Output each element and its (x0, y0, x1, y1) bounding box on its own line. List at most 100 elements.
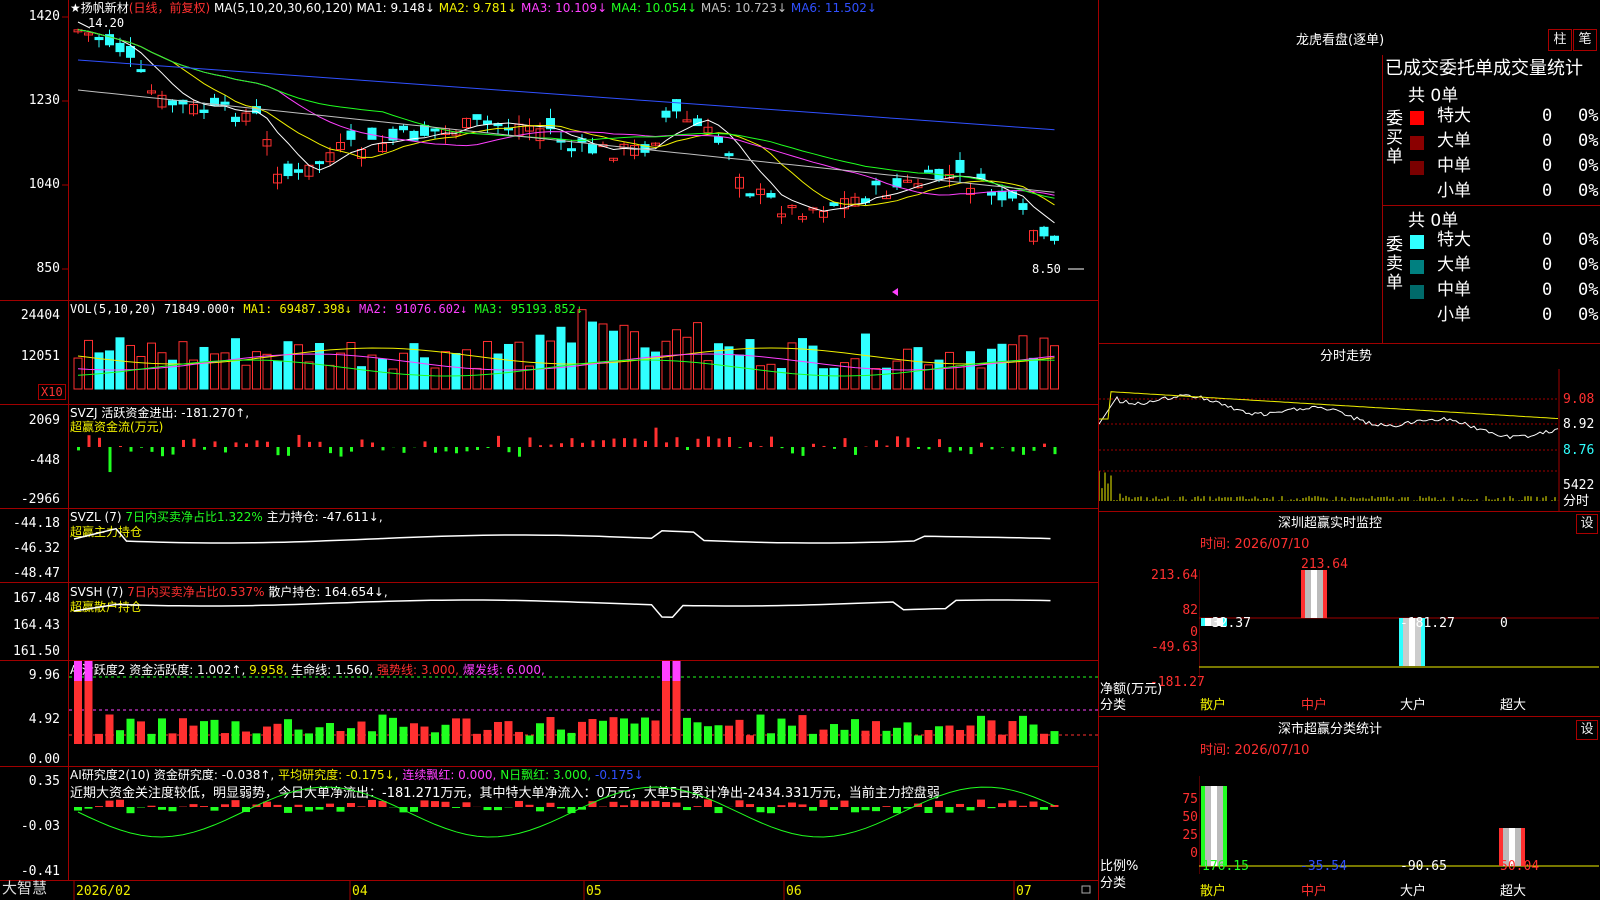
activity-bar (179, 718, 187, 744)
volume-bar (672, 329, 681, 390)
activity-bar (1029, 724, 1038, 744)
flow-bar (1053, 447, 1057, 455)
research-bar (462, 802, 471, 807)
research-bar (662, 802, 670, 807)
sz-class-cat: 中户 (1301, 884, 1328, 899)
research-bar (966, 807, 975, 811)
activity-bar (263, 726, 271, 744)
activity-bar (116, 730, 124, 744)
activity-bar (557, 729, 565, 744)
volume-bar (913, 347, 923, 390)
sz-monitor-value: 0 (1500, 616, 1508, 631)
research-bar (609, 801, 618, 807)
flow-bar (476, 447, 479, 451)
activity-bar (347, 728, 355, 744)
volume-bar (882, 367, 891, 390)
flow-bar (822, 445, 826, 447)
activity-bar (420, 726, 429, 744)
activity-peak (662, 661, 670, 681)
candlestick-chart[interactable] (0, 0, 1098, 300)
research-bar (326, 803, 334, 807)
bar-mode-button[interactable]: 柱 (1548, 29, 1572, 51)
intraday-vol-unit: 分时 (1563, 494, 1590, 509)
research-bar (882, 806, 891, 807)
lock-icon[interactable] (1081, 885, 1091, 894)
retail-chart[interactable] (0, 583, 1098, 660)
research-bar (704, 799, 712, 807)
volume-ma-line (77, 359, 1055, 377)
activity-bar (567, 732, 576, 744)
sz-class-cat: 超大 (1500, 884, 1527, 899)
activity-bar (777, 718, 786, 744)
buy-row-p: 0% (1578, 106, 1599, 126)
main-force-chart[interactable] (0, 509, 1098, 582)
sell-row-n: 0 (1542, 305, 1553, 325)
volume-bar (136, 355, 146, 390)
activity-bar (147, 733, 156, 744)
sz-class-value: -35.54 (1300, 859, 1347, 874)
fund-flow-chart[interactable] (0, 405, 1098, 508)
flow-bar (581, 442, 584, 447)
activity-bar (620, 718, 628, 744)
volume-bar (556, 326, 566, 390)
activity-bar (662, 681, 670, 744)
candle (672, 99, 681, 112)
volume-bar (441, 351, 450, 390)
activity-bar (861, 730, 870, 744)
activity-bar (756, 714, 765, 744)
sz-class-settings-button[interactable]: 设 (1576, 720, 1598, 740)
research-bar (126, 807, 135, 814)
candle (567, 148, 576, 152)
flow-bar (434, 447, 437, 453)
activity-bar (326, 722, 334, 744)
volume-bar (819, 368, 828, 390)
research-chart[interactable] (0, 767, 1098, 880)
volume-bar (1018, 335, 1028, 390)
flow-bar (350, 447, 353, 452)
mid-bar (1301, 570, 1305, 618)
candle (94, 36, 104, 41)
volume-bar (535, 334, 545, 390)
intraday-chart[interactable] (1099, 369, 1600, 511)
ma-line (77, 29, 1055, 196)
research-bar (305, 807, 313, 812)
activity-bar (683, 717, 691, 744)
activity-chart[interactable] (0, 661, 1098, 766)
flow-bar (927, 447, 931, 450)
ma-line (77, 29, 1055, 199)
flow-bar (654, 427, 658, 447)
volume-chart[interactable] (0, 301, 1098, 404)
volume-bar (924, 364, 933, 390)
activity-bar (137, 721, 145, 744)
intraday-price-label: 9.08 (1563, 392, 1595, 407)
ma-line (77, 89, 1055, 193)
intraday-title: 分时走势 (1320, 349, 1373, 364)
volume-bar (829, 367, 839, 390)
flow-bar (161, 447, 164, 457)
sz-class-axis: 50 (1182, 810, 1198, 825)
sell-row-name: 中单 (1437, 280, 1471, 300)
activity-bar (882, 730, 891, 744)
sz-monitor-settings-button[interactable]: 设 (1576, 514, 1598, 534)
flow-bar (423, 441, 427, 447)
sz-class-cat: 散户 (1200, 884, 1227, 899)
activity-bar (200, 721, 208, 744)
research-bar (515, 800, 523, 807)
volume-bar (231, 338, 240, 390)
research-bar (221, 804, 229, 807)
flow-bar (1022, 447, 1025, 455)
volume-bar (451, 352, 461, 390)
research-bar (935, 800, 943, 807)
activity-bar (504, 721, 513, 744)
activity-bar (126, 718, 135, 744)
buy-row-name: 特大 (1437, 106, 1471, 126)
candle (871, 180, 881, 186)
activity-bar (599, 720, 607, 744)
research-bar (452, 807, 460, 808)
flow-bar (360, 439, 364, 447)
flow-bar (917, 447, 920, 449)
buy-row-n: 0 (1542, 181, 1553, 201)
intraday-price-label: 8.76 (1563, 443, 1595, 458)
flow-bar (791, 447, 794, 454)
stroke-mode-button[interactable]: 笔 (1573, 29, 1597, 51)
